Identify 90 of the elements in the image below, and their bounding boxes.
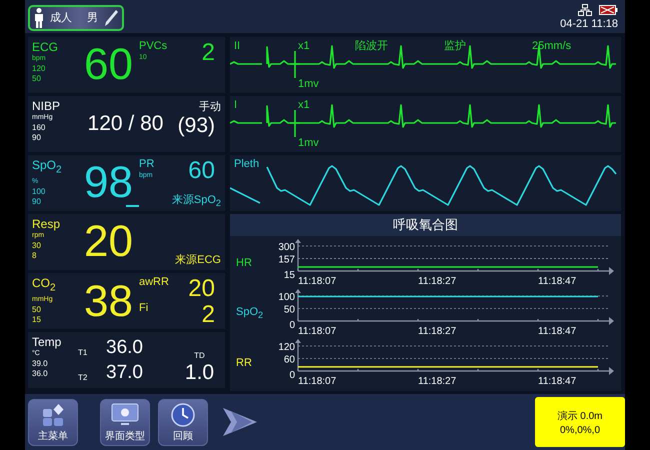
parameter-value: 98	[84, 161, 133, 205]
lead-label: Pleth	[234, 158, 260, 170]
parameter-label: Fi	[139, 302, 148, 315]
alarm-limit: 36.0	[32, 369, 49, 379]
parameter-label: Resp	[32, 217, 62, 231]
parameter-value: 60	[84, 43, 133, 87]
network-icon	[578, 4, 592, 16]
clock-icon	[171, 402, 195, 426]
parameter-value: 60	[188, 158, 216, 184]
axis-title: HR	[235, 257, 253, 269]
axis-label: 300	[278, 242, 295, 253]
status-text: 演示 0.0m	[557, 410, 602, 422]
alarm-limit: 50	[32, 305, 42, 316]
axis-label: 100	[278, 292, 295, 303]
scale-label: 1mv	[298, 78, 319, 90]
date-time: 04-21 11:18	[560, 18, 618, 30]
toolbar-button[interactable]: 回顾	[158, 398, 208, 446]
mode-label: 监护	[444, 40, 466, 52]
alarm-limit: 30	[32, 241, 42, 251]
axis-label: 11:18:47	[538, 326, 576, 337]
pencil-icon	[104, 8, 118, 26]
monitor-icon	[111, 402, 139, 424]
axis-title: SpO$_{2}$	[235, 306, 264, 320]
axis-label: 11:18:07	[298, 326, 336, 337]
axis-label: 60	[284, 354, 295, 366]
lead-label: I	[234, 99, 238, 111]
alarm-limit: 15	[32, 315, 42, 326]
person-icon	[34, 8, 44, 28]
alarm-limit: 120	[32, 64, 46, 74]
axis-label: 120	[278, 342, 295, 353]
parameter-label: ECG	[32, 40, 60, 54]
tiles-icon	[41, 402, 65, 426]
panel-title: 呼吸氧合图	[230, 214, 621, 236]
calibration-mark	[289, 109, 301, 138]
parameter-value: 2	[202, 40, 216, 66]
parameter-label: PR	[139, 158, 154, 171]
calibration-mark	[289, 50, 301, 79]
filter-label: 陷波开	[355, 40, 388, 52]
axis-label: 11:18:27	[418, 276, 456, 287]
alarm-limit: 39.0	[32, 359, 49, 369]
parameter-label: awRR	[139, 276, 169, 289]
alarm-limit: 90	[32, 197, 42, 208]
axis-label: 0	[289, 320, 295, 331]
parameter-value: 38	[84, 280, 133, 324]
parameter-value: (93)	[178, 114, 216, 138]
parameter-label: Temp	[32, 335, 62, 349]
parameter-label: PVCs	[139, 40, 168, 53]
axis-label: 0	[289, 370, 295, 381]
toolbar-button[interactable]: 主菜单	[28, 398, 78, 446]
chevron-icon	[222, 407, 258, 437]
parameter-label: CO$_{2}$	[32, 276, 57, 296]
mode-label: 手动	[199, 100, 221, 114]
parameter-value: 1.0	[184, 360, 214, 384]
axis-label: 11:18:07	[298, 276, 336, 287]
parameter-label: TD	[194, 351, 205, 360]
alarm-limit: 100	[32, 187, 46, 198]
parameter-label: T2	[78, 373, 88, 384]
parameter-value: 2	[202, 302, 216, 328]
alarm-limit: 50	[32, 74, 42, 84]
axis-title: RR	[235, 357, 253, 369]
patient-button[interactable]: 成人 男	[28, 4, 124, 30]
axis-label: 157	[278, 254, 295, 266]
lead-label: II	[234, 40, 240, 52]
status-text: 0%,0%,0	[560, 424, 600, 436]
parameter-value: 20	[188, 276, 216, 302]
source-label: 来源SpO$_{2}$	[172, 192, 221, 208]
parameter-value: 120 / 80	[88, 112, 164, 136]
axis-label: 11:18:07	[298, 376, 336, 387]
scale-label: 1mv	[298, 137, 319, 149]
gain-label: x1	[298, 99, 310, 111]
axis-label: 11:18:47	[538, 276, 576, 287]
axis-label: 15	[284, 270, 295, 281]
parameter-value: 37.0	[106, 362, 144, 384]
toolbar-button[interactable]: 界面类型	[100, 398, 150, 446]
axis-label: 11:18:27	[418, 376, 456, 387]
alarm-limit: 160	[32, 123, 46, 133]
gain-label: x1	[298, 40, 310, 52]
axis-label: 11:18:27	[418, 326, 456, 337]
axis-label: 50	[284, 304, 295, 316]
speed-label: 25mm/s	[532, 40, 572, 52]
source-label: 来源ECG	[175, 253, 221, 267]
battery-icon	[598, 4, 618, 16]
parameter-label: SpO$_{2}$	[32, 158, 63, 178]
parameter-label: T1	[78, 348, 88, 359]
parameter-value: 20	[84, 220, 133, 264]
axis-label: 11:18:47	[538, 376, 576, 387]
parameter-value: 36.0	[106, 336, 144, 358]
alarm-limit: 90	[32, 133, 42, 143]
parameter-label: NIBP	[32, 99, 62, 113]
alarm-limit: 8	[32, 251, 38, 261]
